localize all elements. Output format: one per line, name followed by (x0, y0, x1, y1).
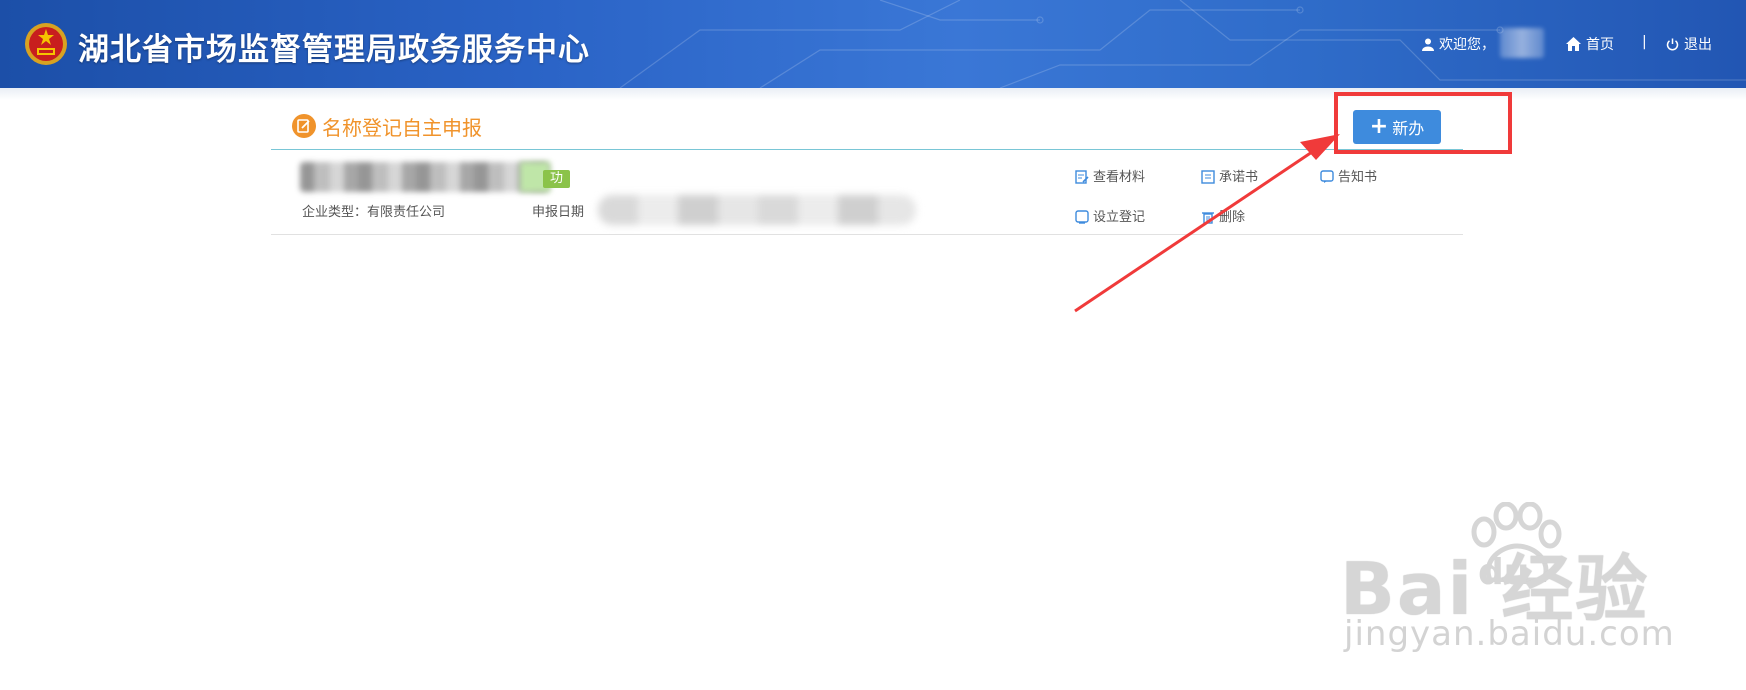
header-separator: | (1642, 34, 1647, 50)
commitment-letter-label: 承诺书 (1219, 170, 1259, 185)
company-name-redacted (300, 162, 550, 192)
edit-form-icon (292, 114, 316, 138)
commitment-letter-action[interactable]: 承诺书 (1201, 166, 1258, 185)
view-materials-label: 查看材料 (1093, 170, 1146, 185)
delete-action[interactable]: 删除 (1201, 206, 1245, 225)
logout-link[interactable]: 退出 (1666, 34, 1712, 54)
highlight-box (1334, 92, 1512, 154)
apply-date-redacted (598, 195, 916, 225)
watermark-url: jingyan.baidu.com (1344, 614, 1675, 654)
home-link[interactable]: 首页 (1566, 34, 1614, 54)
row-divider (271, 234, 1463, 235)
user-icon (1422, 38, 1434, 51)
establish-registration-label: 设立登记 (1093, 210, 1146, 225)
view-materials-action[interactable]: 查看材料 (1075, 166, 1145, 185)
section-divider (271, 149, 1463, 150)
notice-letter-label: 告知书 (1338, 170, 1378, 185)
welcome-label: 欢迎您， (1439, 37, 1495, 53)
home-label: 首页 (1586, 37, 1614, 53)
company-type: 企业类型：有限责任公司 (302, 201, 445, 220)
welcome-text: 欢迎您， (1422, 34, 1495, 54)
power-icon (1666, 38, 1679, 51)
company-type-label: 企业类型： (302, 205, 368, 220)
status-badge: 功 (543, 170, 570, 188)
username-redacted (1500, 28, 1544, 58)
company-type-value: 有限责任公司 (367, 205, 446, 220)
notice-letter-action[interactable]: 告知书 (1320, 166, 1377, 185)
trash-icon (1202, 212, 1214, 224)
register-icon (1075, 210, 1089, 224)
watermark-du: du (1478, 552, 1530, 593)
document-edit-icon (1075, 170, 1089, 184)
site-title: 湖北省市场监督管理局政务服务中心 (78, 32, 590, 68)
establish-registration-action[interactable]: 设立登记 (1075, 206, 1145, 225)
home-icon (1566, 37, 1581, 51)
site-header: 湖北省市场监督管理局政务服务中心 欢迎您， 首页 | 退出 (0, 0, 1746, 88)
logout-label: 退出 (1684, 37, 1712, 53)
apply-date-label: 申报日期 (532, 205, 585, 220)
section-title: 名称登记自主申报 (322, 116, 482, 140)
notice-icon (1320, 170, 1334, 183)
document-icon (1201, 170, 1215, 184)
delete-label: 删除 (1219, 210, 1246, 225)
national-emblem-icon (25, 23, 67, 65)
